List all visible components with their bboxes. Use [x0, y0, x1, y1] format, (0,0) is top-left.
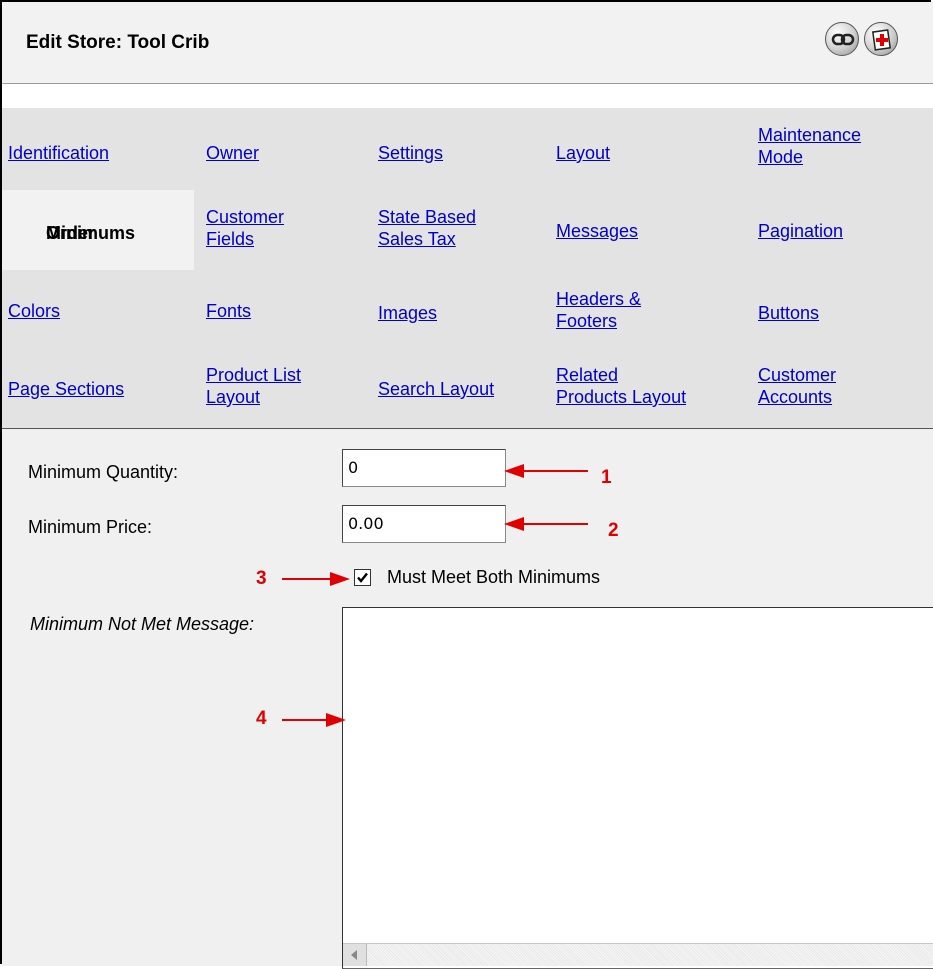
callout-arrow-3: [282, 572, 350, 586]
min-price-input[interactable]: 0.00: [342, 505, 506, 543]
tab-customer-accounts[interactable]: Customer Accounts: [758, 364, 836, 408]
must-meet-both-checkbox[interactable]: [354, 569, 371, 586]
tab-customer-fields[interactable]: Customer Fields: [206, 206, 284, 250]
check-icon: [357, 572, 368, 583]
tab-identification[interactable]: Identification: [8, 142, 109, 164]
tab-layout[interactable]: Layout: [556, 142, 610, 164]
min-price-label: Minimum Price:: [28, 517, 153, 537]
settings-tab-grid: Identification Owner Settings Layout Mai…: [2, 108, 933, 428]
tab-page-sections[interactable]: Page Sections: [8, 378, 124, 400]
callout-4: 4: [256, 708, 267, 729]
callout-arrow-2: [504, 517, 588, 531]
callout-2: 2: [608, 520, 619, 541]
scroll-left-arrow-icon[interactable]: [343, 944, 367, 966]
callout-arrow-4: [282, 713, 346, 727]
min-quantity-label: Minimum Quantity:: [28, 462, 179, 482]
horizontal-scrollbar[interactable]: [343, 943, 933, 966]
tab-related-products-layout[interactable]: Related Products Layout: [556, 364, 686, 408]
must-meet-both-label: Must Meet Both Minimums: [387, 567, 601, 587]
tab-fonts[interactable]: Fonts: [206, 300, 251, 322]
tab-search-layout[interactable]: Search Layout: [378, 378, 494, 400]
tab-owner[interactable]: Owner: [206, 142, 259, 164]
tab-headers-footers[interactable]: Headers & Footers: [556, 288, 641, 332]
page-header: Edit Store: Tool Crib: [2, 2, 933, 84]
min-not-met-message-textarea[interactable]: [342, 607, 933, 969]
tab-buttons[interactable]: Buttons: [758, 302, 819, 324]
page-title: Edit Store: Tool Crib: [26, 32, 210, 53]
tab-state-based-sales-tax[interactable]: State Based Sales Tax: [378, 206, 476, 250]
callout-arrow-1: [504, 464, 588, 478]
tab-product-list-layout[interactable]: Product List Layout: [206, 364, 301, 408]
tab-maintenance-mode[interactable]: Maintenance Mode: [758, 124, 861, 168]
min-not-met-message-label: Minimum Not Met Message:: [30, 614, 255, 634]
help-icon[interactable]: [864, 22, 898, 56]
callout-1: 1: [601, 467, 612, 488]
tab-order-minimums[interactable]: Order Minimums: [2, 190, 194, 270]
tab-pagination[interactable]: Pagination: [758, 220, 843, 242]
min-quantity-input[interactable]: 0: [342, 449, 506, 487]
callout-3: 3: [256, 568, 267, 589]
tab-colors[interactable]: Colors: [8, 300, 60, 322]
tab-settings[interactable]: Settings: [378, 142, 443, 164]
chain-link-icon[interactable]: [825, 22, 859, 56]
tab-images[interactable]: Images: [378, 302, 437, 324]
tab-messages[interactable]: Messages: [556, 220, 638, 242]
